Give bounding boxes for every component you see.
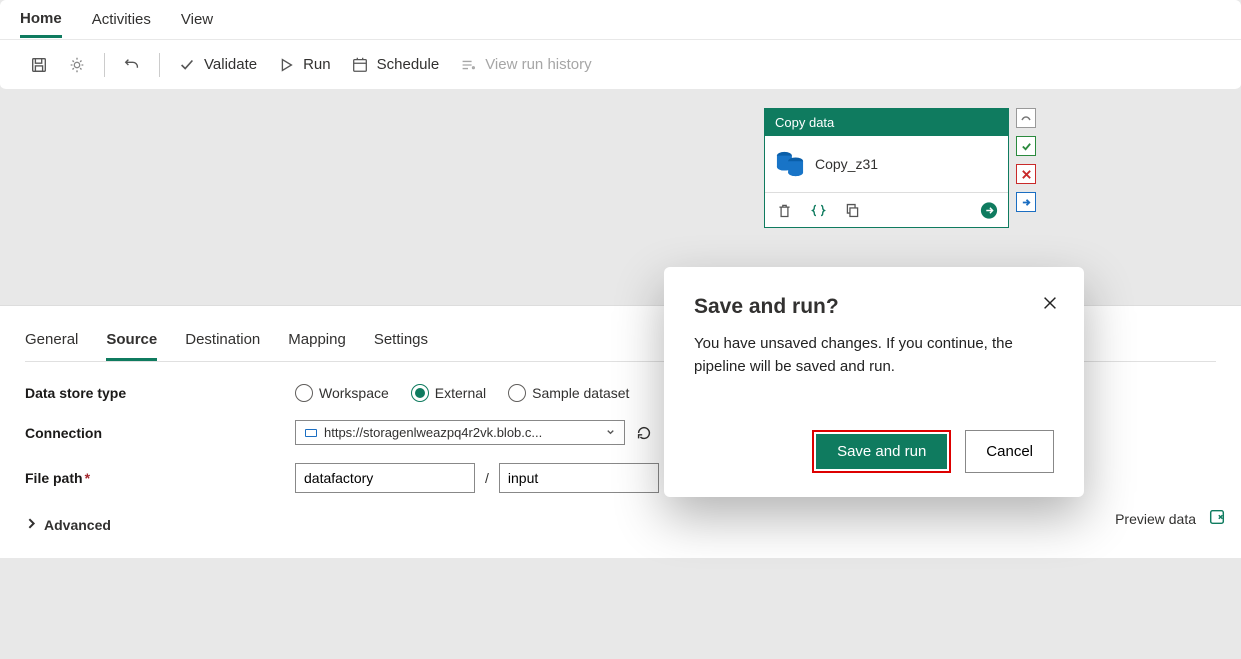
save-button[interactable] [20,50,58,80]
schedule-label: Schedule [377,56,440,73]
chevron-right-icon [25,517,38,533]
save-and-run-button[interactable]: Save and run [816,434,947,469]
tab-home[interactable]: Home [20,2,62,38]
top-nav-tabs: Home Activities View [0,0,1241,40]
file-path-folder-input[interactable] [499,463,659,493]
tab-view[interactable]: View [181,3,213,36]
calendar-icon [351,56,369,74]
radio-icon [508,384,526,402]
tab-destination[interactable]: Destination [185,321,260,361]
connection-dropdown[interactable]: https://storagenlweazpq4r2vk.blob.c... [295,420,625,445]
activity-anchors [1016,108,1036,212]
schedule-button[interactable]: Schedule [341,50,450,80]
toolbar: Validate Run Schedule View run history [0,40,1241,90]
preview-data[interactable]: Preview data [1115,508,1226,529]
radio-label: Workspace [319,385,389,401]
data-store-type-radios: Workspace External Sample dataset [295,384,629,402]
save-icon [30,56,48,74]
validate-button[interactable]: Validate [168,50,267,80]
file-path-container-input[interactable] [295,463,475,493]
check-icon [178,56,196,74]
tab-activities[interactable]: Activities [92,3,151,36]
path-separator: / [485,470,489,486]
gear-icon [68,56,86,74]
advanced-label: Advanced [44,517,111,533]
connection-value: https://storagenlweazpq4r2vk.blob.c... [324,425,599,440]
preview-data-label: Preview data [1115,511,1196,527]
validate-label: Validate [204,56,257,73]
database-icon [775,150,805,178]
trash-icon[interactable] [775,201,793,219]
tab-mapping[interactable]: Mapping [288,321,346,361]
anchor-success-icon[interactable] [1016,136,1036,156]
highlight-box: Save and run [812,430,951,473]
advanced-toggle[interactable]: Advanced [25,517,1216,533]
radio-icon [295,384,313,402]
history-icon [459,56,477,74]
connection-icon [304,426,318,440]
run-label: Run [303,56,331,73]
radio-sample-dataset[interactable]: Sample dataset [508,384,629,402]
anchor-completion-icon[interactable] [1016,192,1036,212]
radio-icon [411,384,429,402]
radio-external[interactable]: External [411,384,486,402]
data-store-type-label: Data store type [25,385,295,401]
dialog-title: Save and run? [694,295,1054,319]
activity-name: Copy_z31 [815,156,878,172]
tab-source[interactable]: Source [106,321,157,361]
chevron-down-icon [605,425,616,440]
preview-data-icon [1208,508,1226,529]
connection-label: Connection [25,425,295,441]
anchor-collapse-icon[interactable] [1016,108,1036,128]
activity-body: Copy_z31 [765,136,1008,192]
history-button: View run history [449,50,601,80]
file-path-label: File path* [25,470,295,486]
history-label: View run history [485,56,591,73]
braces-icon[interactable] [809,201,827,219]
settings-button[interactable] [58,50,96,80]
refresh-icon[interactable] [635,424,653,442]
tab-general[interactable]: General [25,321,78,361]
radio-label: External [435,385,486,401]
save-and-run-dialog: Save and run? You have unsaved changes. … [664,267,1084,497]
tab-settings[interactable]: Settings [374,321,428,361]
radio-workspace[interactable]: Workspace [295,384,389,402]
cancel-button[interactable]: Cancel [965,430,1054,473]
undo-icon [123,56,141,74]
radio-label: Sample dataset [532,385,629,401]
undo-button[interactable] [113,50,151,80]
arrow-right-circle-icon[interactable] [980,201,998,219]
copy-icon[interactable] [843,201,861,219]
dialog-body: You have unsaved changes. If you continu… [694,333,1054,378]
play-icon [277,56,295,74]
activity-header: Copy data [765,109,1008,136]
copy-data-activity[interactable]: Copy data Copy_z31 [764,108,1009,228]
close-icon[interactable] [1038,291,1062,315]
anchor-fail-icon[interactable] [1016,164,1036,184]
toolbar-separator [104,53,105,77]
run-button[interactable]: Run [267,50,341,80]
toolbar-separator [159,53,160,77]
